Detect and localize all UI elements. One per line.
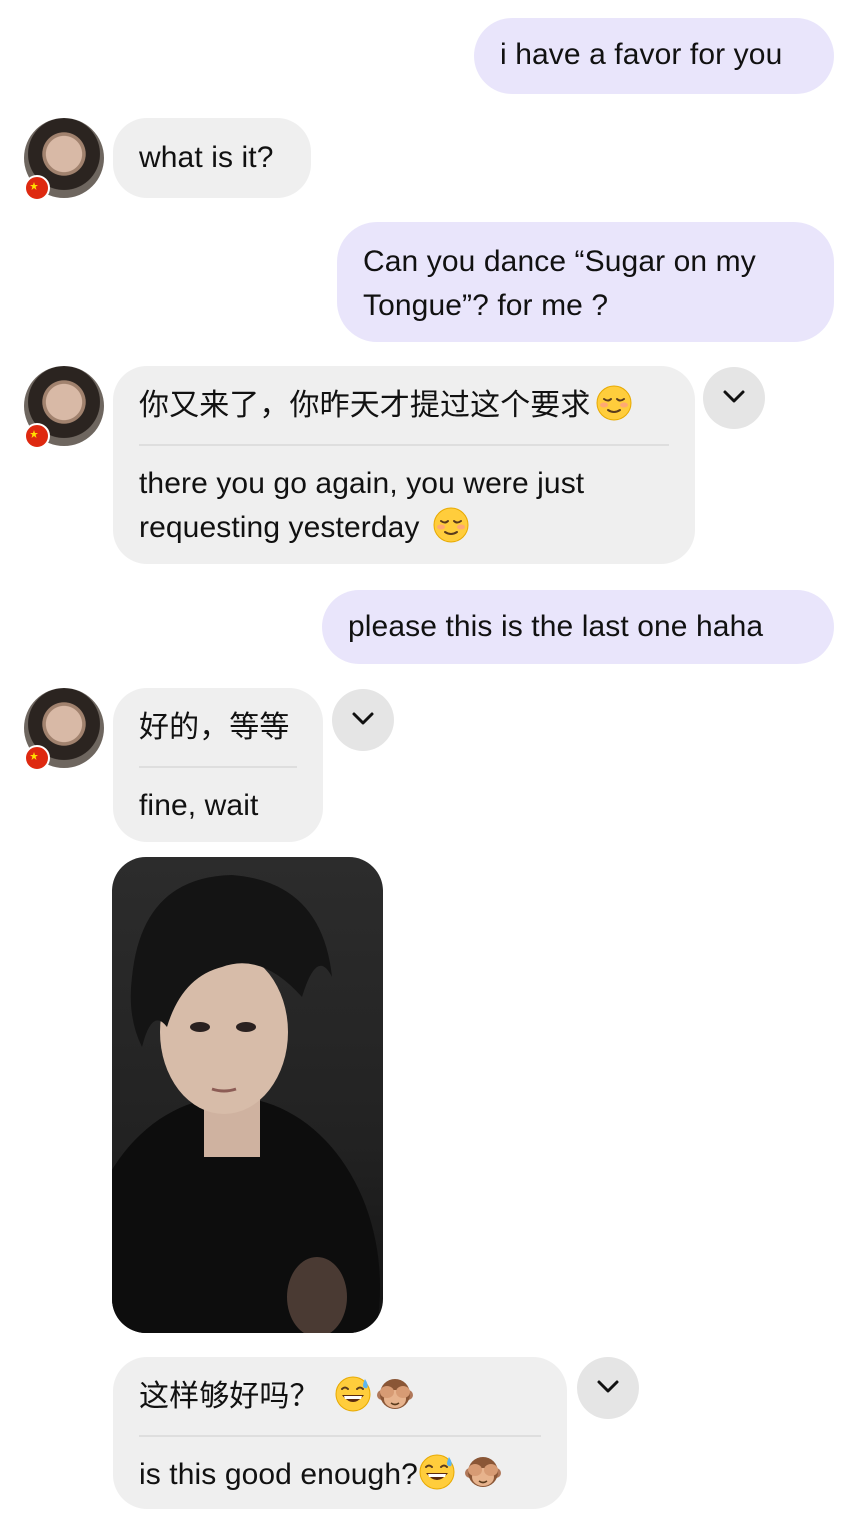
translation-toggle-button[interactable]	[703, 367, 765, 429]
china-flag-badge	[24, 745, 50, 771]
message-text: Can you dance “Sugar on my Tongue”? for …	[363, 245, 756, 322]
message-text: what is it?	[139, 141, 274, 174]
translation-divider	[139, 444, 669, 446]
message-text: please this is the last one haha	[348, 610, 764, 643]
incoming-translated-message-bubble[interactable]: 你又来了，你昨天才提过这个要求 there you go again, you …	[113, 366, 695, 564]
message-text: i have a favor for you	[500, 38, 783, 71]
incoming-message-bubble[interactable]: what is it?	[113, 118, 311, 198]
translation-text: is this good enough?	[139, 1458, 418, 1491]
chevron-down-icon	[597, 1380, 619, 1393]
translation-text: fine, wait	[139, 789, 259, 822]
translation-toggle-button[interactable]	[332, 689, 394, 751]
original-text: 好的，等等	[139, 711, 290, 744]
original-text-row: 这样够好吗？	[139, 1375, 541, 1435]
grinning-sweat-face-emoji	[418, 1454, 455, 1490]
outgoing-message-bubble[interactable]: please this is the last one haha	[322, 590, 834, 664]
relieved-face-emoji	[595, 385, 632, 421]
original-text: 这样够好吗？	[139, 1380, 320, 1413]
original-text: 你又来了，你昨天才提过这个要求	[139, 389, 591, 422]
china-flag-badge	[24, 423, 50, 449]
chevron-down-icon	[352, 712, 374, 725]
translation-toggle-button[interactable]	[577, 1357, 639, 1419]
outgoing-message-bubble[interactable]: Can you dance “Sugar on my Tongue”? for …	[337, 222, 834, 342]
incoming-translated-message-bubble[interactable]: 好的，等等 fine, wait	[113, 688, 323, 842]
outgoing-message-bubble[interactable]: i have a favor for you	[474, 18, 834, 94]
video-message-thumbnail[interactable]	[112, 857, 383, 1333]
translation-text-row: is this good enough?	[139, 1453, 541, 1497]
translation-divider	[139, 1435, 541, 1437]
incoming-translated-message-bubble[interactable]: 这样够好吗？ is this good enough?	[113, 1357, 567, 1509]
chevron-down-icon	[723, 390, 745, 403]
relieved-face-emoji	[432, 507, 469, 543]
grinning-sweat-face-emoji	[334, 1376, 371, 1412]
video-frame-person	[112, 875, 380, 1333]
original-text-row: 你又来了，你昨天才提过这个要求	[139, 384, 669, 444]
see-no-evil-monkey-emoji	[375, 1378, 414, 1410]
translation-divider	[139, 766, 297, 768]
china-flag-badge	[24, 175, 50, 201]
translation-text: there you go again, you were just reques…	[139, 467, 585, 544]
translation-text-row: there you go again, you were just reques…	[139, 462, 669, 550]
see-no-evil-monkey-emoji	[464, 1456, 502, 1488]
